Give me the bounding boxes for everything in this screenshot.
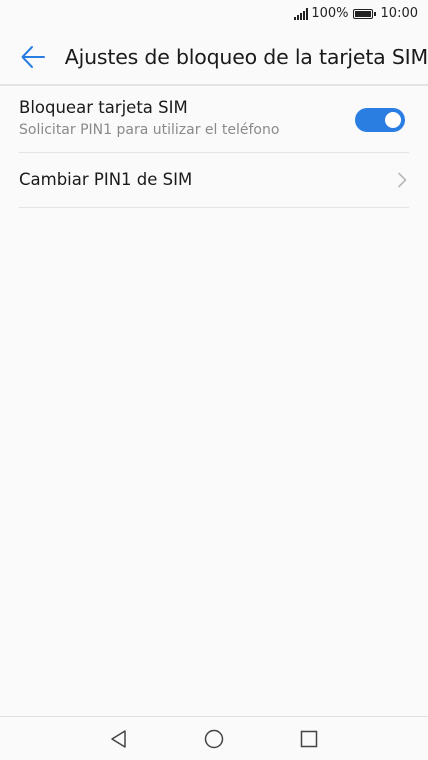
nav-recent-button[interactable] (297, 727, 321, 751)
chevron-right-icon (398, 172, 407, 188)
back-button[interactable] (15, 39, 51, 75)
nav-home-button[interactable] (202, 727, 226, 751)
settings-list: Bloquear tarjeta SIM Solicitar PIN1 para… (19, 86, 409, 208)
clock: 10:00 (380, 6, 418, 21)
triangle-back-icon (111, 730, 126, 748)
square-recent-icon (300, 730, 318, 748)
app-header: Ajustes de bloqueo de la tarjeta SIM (0, 30, 428, 86)
arrow-left-icon (21, 46, 45, 68)
lock-sim-row[interactable]: Bloquear tarjeta SIM Solicitar PIN1 para… (19, 86, 409, 153)
lock-sim-toggle[interactable] (355, 108, 405, 132)
status-bar: 100% 10:00 (0, 0, 428, 30)
nav-back-button[interactable] (107, 727, 131, 751)
signal-icon (294, 7, 309, 20)
screen: 100% 10:00 Ajustes de bloqueo de la tarj… (0, 0, 428, 760)
status-indicators: 100% 10:00 (294, 6, 418, 21)
navigation-bar (0, 716, 428, 760)
lock-sim-title: Bloquear tarjeta SIM (19, 98, 188, 117)
page-title: Ajustes de bloqueo de la tarjeta SIM (64, 45, 428, 69)
lock-sim-subtitle: Solicitar PIN1 para utilizar el teléfono (19, 122, 280, 138)
toggle-knob (385, 112, 401, 128)
battery-percentage: 100% (311, 6, 349, 21)
change-pin-row[interactable]: Cambiar PIN1 de SIM (19, 153, 409, 208)
battery-icon (352, 8, 376, 19)
circle-home-icon (204, 729, 224, 749)
change-pin-title: Cambiar PIN1 de SIM (19, 170, 193, 189)
